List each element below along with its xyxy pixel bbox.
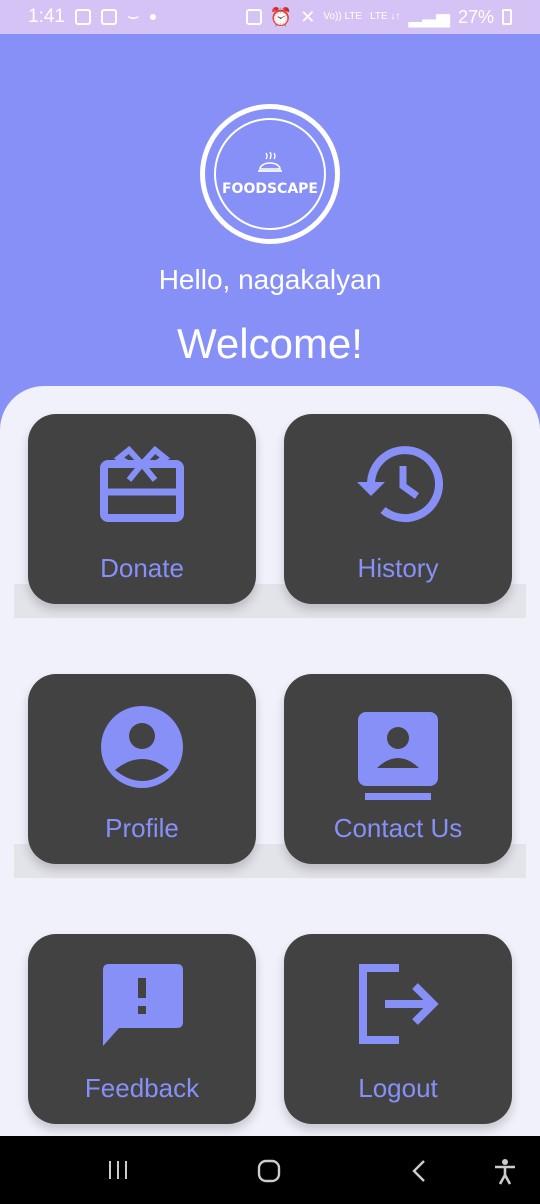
accessibility-icon[interactable] (492, 1158, 518, 1186)
battery-saver-icon (245, 9, 262, 25)
amazon-icon: ⌣ (126, 6, 140, 27)
alarm-icon: ⏰ (269, 6, 293, 27)
lte-indicator: LTE ↓↑ (370, 11, 401, 22)
logo-text: FOODSCAPE (221, 181, 318, 197)
feedback-icon (103, 964, 183, 1046)
greeting-text: Hello, nagakalyan (158, 264, 382, 295)
gallery-icon (74, 9, 91, 25)
contact-card-icon (358, 712, 438, 800)
feedback-label: Feedback (84, 1073, 200, 1103)
mute-icon: ✕ (300, 6, 316, 27)
battery-percent: 27% (457, 6, 494, 27)
home-icon[interactable] (256, 1158, 282, 1184)
donate-label: Donate (100, 553, 184, 583)
welcome-title: Welcome! (177, 320, 363, 367)
profile-button[interactable]: Profile (28, 674, 256, 864)
contact-us-button[interactable]: Contact Us (284, 674, 512, 864)
dish-icon (258, 151, 282, 172)
system-nav-bar (0, 1136, 540, 1204)
status-time: 1:41 (28, 6, 65, 27)
volte-indicator: Vo)) LTE (323, 11, 363, 22)
history-button[interactable]: History (284, 414, 512, 604)
logout-button[interactable]: Logout (284, 934, 512, 1124)
status-bar: 1:41 ⌣ ⏰ ✕ Vo)) LTE LTE ↓↑ ▂▃▅ 27% (0, 0, 540, 34)
header: FOODSCAPE Hello, nagakalyan Welcome! (0, 34, 540, 414)
foodscape-logo: FOODSCAPE (200, 104, 340, 244)
feedback-button[interactable]: Feedback (28, 934, 256, 1124)
profile-label: Profile (105, 813, 179, 843)
notification-dot-icon (149, 14, 156, 20)
gift-card-icon (100, 445, 184, 522)
history-icon (357, 446, 443, 523)
logout-label: Logout (358, 1073, 438, 1103)
signal-icon: ▂▃▅ (408, 6, 450, 27)
battery-icon (502, 9, 512, 25)
recent-apps-icon[interactable] (106, 1158, 130, 1182)
account-circle-icon (101, 706, 183, 788)
history-label: History (357, 553, 439, 583)
contact-us-label: Contact Us (333, 813, 463, 843)
donate-button[interactable]: Donate (28, 414, 256, 604)
logout-icon (359, 964, 439, 1044)
back-icon[interactable] (408, 1158, 432, 1184)
linkedin-icon (100, 9, 117, 25)
